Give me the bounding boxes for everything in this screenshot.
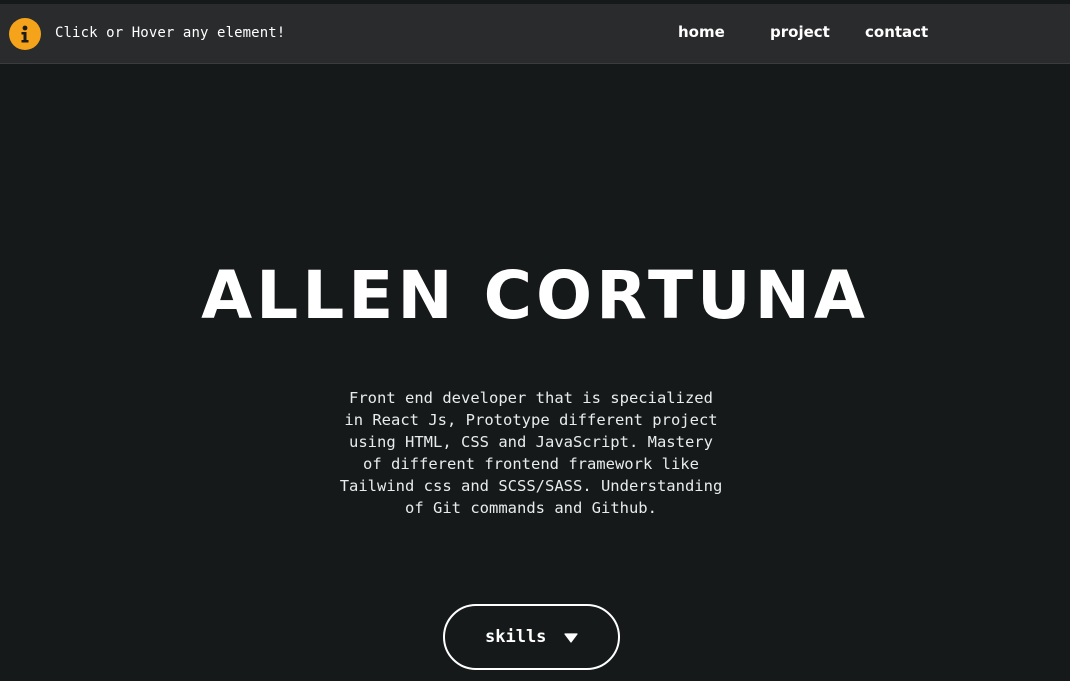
hero-name: ALLEN CORTUNA — [201, 257, 869, 334]
nav-link-contact[interactable]: contact — [865, 23, 928, 41]
description-line: in React Js, Prototype different project — [344, 411, 718, 429]
skills-button-label: skills — [485, 627, 547, 647]
skills-button[interactable]: skills — [443, 604, 620, 670]
description-line: of different frontend framework like — [363, 455, 699, 473]
hero-description: Front end developer that is specialized … — [320, 387, 742, 519]
hint-text: Click or Hover any element! — [55, 25, 286, 41]
description-line: Front end developer that is specialized — [349, 389, 713, 407]
info-button[interactable] — [9, 18, 41, 50]
description-line: of Git commands and Github. — [405, 499, 657, 517]
description-line: using HTML, CSS and JavaScript. Mastery — [349, 433, 713, 451]
info-circle-icon — [21, 25, 29, 43]
nav-link-project[interactable]: project — [770, 23, 830, 41]
nav-link-home[interactable]: home — [678, 23, 725, 41]
description-line: Tailwind css and SCSS/SASS. Understandin… — [339, 477, 723, 495]
navbar: Click or Hover any element! home project… — [0, 4, 1070, 64]
caret-down-icon — [564, 633, 578, 643]
